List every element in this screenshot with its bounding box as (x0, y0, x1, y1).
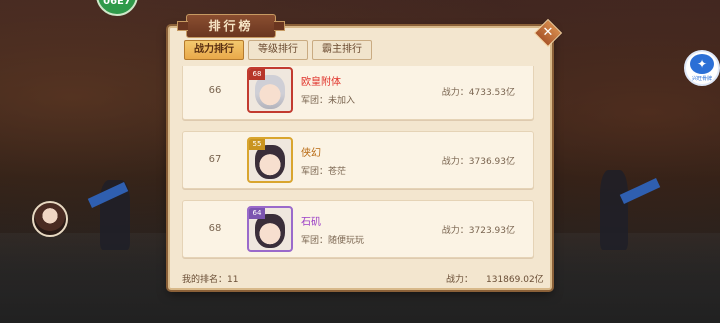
close-x-icon: ✕ (542, 25, 554, 40)
portrait-face (255, 75, 285, 109)
ranking-list[interactable]: 66 68 欧皇附体 军团：未加入 战力：4733.53亿 67 55 侠幻 军… (182, 66, 534, 263)
portrait-face (255, 214, 285, 248)
rank-number: 68 (208, 223, 222, 234)
my-power-value: 131869.02亿 (486, 275, 544, 285)
my-rank: 我的排名：11 (182, 275, 239, 285)
player-avatar-button[interactable] (32, 201, 68, 237)
ranking-row[interactable]: 66 68 欧皇附体 军团：未加入 战力：4733.53亿 (182, 66, 534, 120)
player-name: 欧皇附体 (301, 77, 341, 88)
ranking-row[interactable]: 68 64 石矶 军团：随便玩玩 战力：3723.93亿 (182, 200, 534, 258)
rank-number: 67 (208, 154, 222, 165)
side-event-label: 兴旺骨牌 (691, 76, 712, 82)
player-guild: 军团：苍茫 (301, 167, 347, 177)
panel-title: 排行榜 (177, 14, 285, 38)
player-guild: 军团：未加入 (301, 96, 356, 106)
background-character-right (600, 170, 628, 250)
player-name: 侠幻 (301, 148, 321, 159)
level-badge: 55 (249, 139, 265, 150)
event-icon: ✦ (690, 54, 714, 74)
player-portrait[interactable]: 64 (247, 206, 293, 252)
player-power: 战力：3736.93亿 (441, 157, 515, 167)
portrait-face (255, 145, 285, 179)
level-badge: 64 (249, 208, 265, 219)
my-power-label: 战力： (446, 275, 474, 285)
side-event-badge[interactable]: ✦ 兴旺骨牌 (684, 50, 720, 86)
player-portrait[interactable]: 55 (247, 137, 293, 183)
player-power: 战力：3723.93亿 (441, 226, 515, 236)
tab-level-ranking[interactable]: 等级排行 (248, 40, 308, 60)
ranking-row[interactable]: 67 55 侠幻 军团：苍茫 战力：3736.93亿 (182, 131, 534, 189)
rank-number: 66 (208, 85, 222, 96)
ranking-tabs: 战力排行 等级排行 霸主排行 (184, 40, 372, 60)
player-portrait[interactable]: 68 (247, 67, 293, 113)
level-badge: 68 (249, 69, 265, 80)
tab-overlord-ranking[interactable]: 霸主排行 (312, 40, 372, 60)
player-power: 战力：4733.53亿 (441, 88, 515, 98)
tab-power-ranking[interactable]: 战力排行 (184, 40, 244, 60)
player-name: 石矶 (301, 217, 321, 228)
player-guild: 军团：随便玩玩 (301, 236, 365, 246)
